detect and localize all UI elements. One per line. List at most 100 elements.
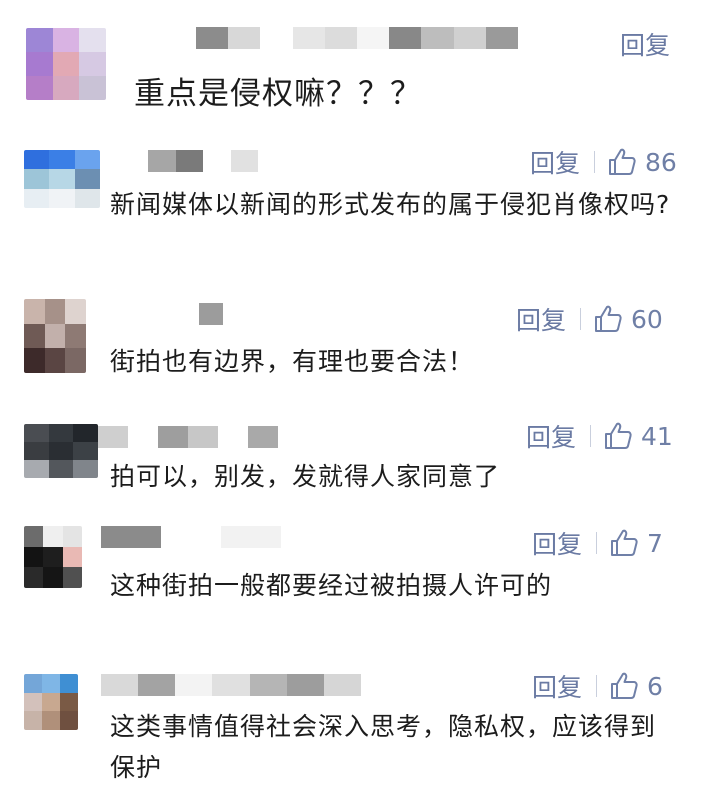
avatar-pixel [79,52,106,76]
username[interactable] [98,426,278,448]
avatar-pixel [48,442,74,460]
like-count: 60 [631,304,663,334]
username[interactable] [199,303,223,325]
comment-item: 回复 6 这类事情值得社会深入思考，隐私权，应该得到保护 [0,650,706,799]
avatar-pixel [42,674,60,693]
like-count: 41 [641,421,673,451]
avatar-pixel [74,169,100,189]
thumbs-up-icon [603,421,633,451]
avatar-pixel [48,460,74,478]
avatar-pixel [60,711,78,730]
avatar-pixel [26,28,53,52]
avatar-pixel [79,76,106,100]
username-pixel [421,27,454,49]
avatar-pixel [24,567,44,588]
avatar-pixel [44,348,66,373]
reply-button[interactable]: 回复 [620,26,670,62]
avatar-pixel [24,424,49,442]
username-pixel [148,150,176,172]
username-pixel [485,27,518,49]
username[interactable] [148,150,258,172]
username-pixel [389,27,422,49]
like-button[interactable]: 6 [609,671,663,701]
reply-button[interactable]: 回复 [532,525,582,561]
like-button[interactable]: 60 [593,304,663,334]
username-pixel [188,426,218,448]
username-pixel [196,27,229,49]
action-divider [596,532,598,554]
reply-button[interactable]: 回复 [530,144,580,180]
username[interactable] [101,674,361,696]
like-button[interactable]: 41 [603,421,673,451]
avatar-pixel [26,52,53,76]
like-button[interactable]: 86 [607,147,677,177]
avatar-pixel [52,76,80,100]
avatar[interactable] [24,150,100,208]
comment-actions: 回复 60 [516,301,663,337]
username-pixel [221,526,281,548]
username-pixel [212,674,250,696]
reply-button[interactable]: 回复 [526,418,576,454]
avatar[interactable] [26,28,106,100]
avatar-pixel [43,567,63,588]
reply-button[interactable]: 回复 [516,301,566,337]
comment-text: 重点是侵权嘛？？？ [134,76,422,112]
avatar[interactable] [24,424,98,478]
username-pixel [175,150,203,172]
avatar-pixel [42,711,60,730]
like-button[interactable]: 7 [609,528,663,558]
avatar-pixel [24,526,44,547]
avatar-pixel [24,674,42,693]
username-pixel [203,150,231,172]
avatar[interactable] [24,526,82,588]
avatar-pixel [43,526,63,547]
avatar-pixel [24,692,42,712]
action-divider [580,308,582,330]
comment-item: 回复 60 街拍也有边界，有理也要合法！ [0,285,706,400]
comment-text: 这类事情值得社会深入思考，隐私权，应该得到保护 [110,712,657,782]
avatar-pixel [74,150,100,170]
username-pixel [453,27,486,49]
avatar-pixel [65,348,86,373]
comment-actions: 回复 6 [532,668,663,704]
comment-item: 回复 86 新闻媒体以新闻的形式发布的属于侵犯肖像权吗? [0,130,706,285]
avatar-pixel [74,188,100,208]
comment-text: 这种街拍一般都要经过被拍摄人许可的 [110,571,553,600]
avatar-pixel [62,567,82,588]
username-pixel [98,426,128,448]
username-pixel [161,526,221,548]
avatar-pixel [26,76,53,100]
username-pixel [323,674,361,696]
username[interactable] [196,27,518,49]
comment-item: 回复 7 这种街拍一般都要经过被拍摄人许可的 [0,510,706,650]
avatar[interactable] [24,674,78,730]
avatar-pixel [73,424,98,442]
username[interactable] [101,526,341,548]
username-pixel [158,426,188,448]
avatar-pixel [44,323,66,349]
avatar-pixel [62,546,82,568]
thumbs-up-icon [593,304,623,334]
action-divider [594,151,596,173]
avatar-pixel [24,323,45,349]
avatar-pixel [60,674,78,693]
username-pixel [248,426,278,448]
username-pixel [324,27,357,49]
like-count: 86 [645,147,677,177]
avatar-pixel [48,424,74,442]
avatar-pixel [62,526,82,547]
username-pixel [228,27,261,49]
avatar[interactable] [24,299,86,373]
thumbs-up-icon [609,528,639,558]
username-pixel [199,303,223,325]
comment-text: 新闻媒体以新闻的形式发布的属于侵犯肖像权吗? [110,190,671,219]
username-pixel [230,150,258,172]
reply-button[interactable]: 回复 [532,668,582,704]
avatar-pixel [49,150,75,170]
comment-text: 拍可以，别发，发就得人家同意了 [110,462,501,491]
username-pixel [249,674,287,696]
username-pixel [292,27,325,49]
username-pixel [260,27,293,49]
avatar-pixel [65,323,86,349]
thumbs-up-icon [609,671,639,701]
